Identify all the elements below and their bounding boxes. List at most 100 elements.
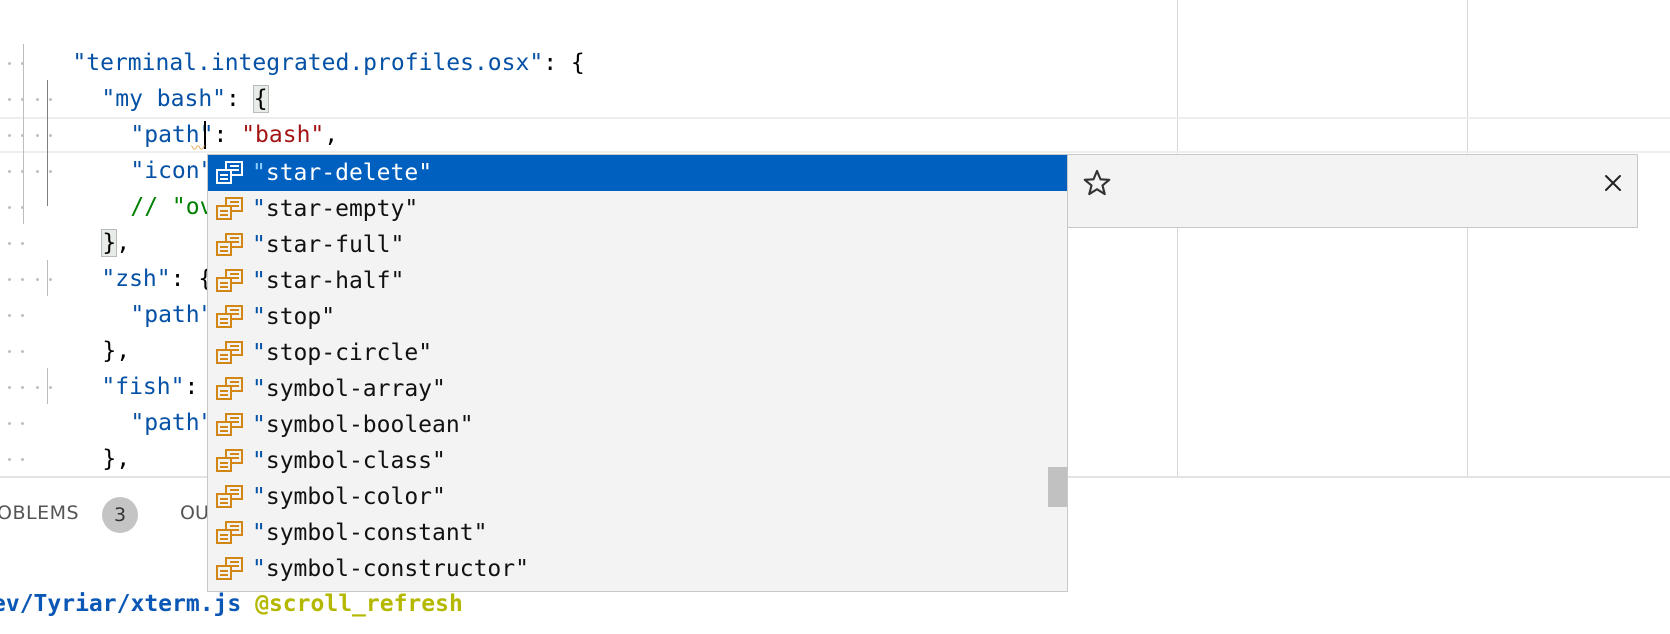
code-line[interactable]: }, (47, 189, 130, 257)
enum-member-icon (216, 485, 243, 508)
whitespace-dot (8, 134, 11, 137)
suggest-item-label: "star-delete" (252, 160, 433, 186)
whitespace-dot (21, 278, 24, 281)
suggest-item[interactable]: "star-full" (208, 227, 1067, 263)
suggest-item-text: symbol-constructor (265, 556, 516, 582)
terminal-branch: @scroll_refresh (255, 591, 463, 617)
code-line[interactable]: "tmux": { (46, 441, 226, 476)
suggest-widget[interactable]: "star-delete" "star-empty" "star-full" "sta… (207, 154, 1068, 592)
suggest-item-label: "star-full" (252, 232, 405, 258)
whitespace-dot (8, 206, 11, 209)
whitespace-dot (21, 386, 24, 389)
suggest-item[interactable]: "symbol-constant" (208, 515, 1067, 551)
whitespace-dot (8, 422, 11, 425)
whitespace-dot (21, 458, 24, 461)
suggest-details (1068, 154, 1638, 228)
code-line[interactable]: }, (47, 405, 130, 472)
code-line[interactable]: "path": "bash", (75, 81, 338, 148)
suggest-item[interactable]: "star-delete" (208, 155, 1067, 191)
suggest-item-label: "stop-circle" (252, 340, 433, 366)
suggest-item-label: "symbol-color" (252, 484, 446, 510)
whitespace-dot (21, 242, 24, 245)
whitespace-dot (21, 134, 24, 137)
suggest-item[interactable]: "stop-circle" (208, 335, 1067, 371)
whitespace-dot (21, 170, 24, 173)
suggest-item[interactable]: "symbol-class" (208, 443, 1067, 479)
whitespace-dot (8, 98, 11, 101)
whitespace-dot (8, 62, 11, 65)
suggest-item[interactable]: "symbol-array" (208, 371, 1067, 407)
suggest-item[interactable]: "stop" (208, 299, 1067, 335)
json-key: "path" (130, 410, 214, 436)
whitespace-dot (36, 134, 39, 137)
suggest-item-label: "symbol-boolean" (252, 412, 474, 438)
suggest-item[interactable]: "symbol-constructor" (208, 551, 1067, 587)
suggest-item-label: "symbol-array" (252, 376, 446, 402)
whitespace-dot (36, 386, 39, 389)
star-icon (1083, 169, 1111, 196)
whitespace-dot (8, 350, 11, 353)
whitespace-dot (21, 314, 24, 317)
whitespace-dot (8, 170, 11, 173)
terminal-path: ev/Tyriar/xterm.js (0, 591, 242, 617)
enum-member-icon (216, 521, 243, 544)
terminal-prompt[interactable]: ev/Tyriar/xterm.js @scroll_refresh (0, 591, 463, 617)
whitespace-dot (49, 98, 52, 101)
whitespace-dot (49, 386, 52, 389)
suggest-item-label: "symbol-constant" (252, 520, 488, 546)
suggest-item[interactable]: "symbol-color" (208, 479, 1067, 515)
tab-problems[interactable]: OBLEMS (0, 502, 79, 524)
code-line[interactable]: "terminal.integrated.profiles.osx": { (17, 9, 584, 76)
suggest-item-text: symbol-boolean (265, 412, 460, 438)
enum-member-icon (216, 377, 243, 400)
whitespace-dot (21, 98, 24, 101)
json-punctuation: : { (543, 50, 585, 76)
whitespace-dot (36, 98, 39, 101)
suggest-item-label: "symbol-class" (252, 448, 446, 474)
suggest-item-text: star-half (265, 268, 391, 294)
whitespace-dot (36, 170, 39, 173)
suggest-item-label: "star-half" (252, 268, 405, 294)
enum-member-icon (216, 413, 243, 436)
enum-member-icon (216, 197, 243, 220)
whitespace-dot (21, 62, 24, 65)
enum-member-icon (216, 341, 243, 364)
whitespace-dot (21, 206, 24, 209)
code-line[interactable]: "zsh": { (46, 225, 212, 292)
suggest-item-text: star-full (265, 232, 391, 258)
code-line[interactable]: "fish": { (46, 333, 226, 400)
enum-member-icon (216, 161, 243, 184)
whitespace-dot (8, 386, 11, 389)
code-line[interactable]: "my bash": { (46, 45, 269, 113)
suggest-item-text: star-empty (265, 196, 405, 222)
suggest-item[interactable]: "star-half" (208, 263, 1067, 299)
code-line[interactable]: "icon": "", (75, 117, 282, 184)
whitespace-dot (49, 134, 52, 137)
enum-member-icon (216, 449, 243, 472)
enum-member-icon (216, 557, 243, 580)
close-icon[interactable] (1603, 173, 1623, 193)
suggest-item-text: symbol-color (265, 484, 433, 510)
editor-ruler (1177, 0, 1178, 476)
whitespace-dot (8, 458, 11, 461)
suggest-item-text: stop (265, 304, 322, 330)
suggest-item-label: "symbol-constructor" (252, 556, 529, 582)
suggest-item[interactable]: "symbol-boolean" (208, 407, 1067, 443)
whitespace-dot (49, 278, 52, 281)
problems-count-badge: 3 (102, 497, 138, 533)
tab-output[interactable]: OU (180, 502, 209, 524)
whitespace-dot (21, 422, 24, 425)
whitespace-dot (21, 350, 24, 353)
whitespace-dot (8, 278, 11, 281)
json-key: "path" (130, 302, 214, 328)
code-line[interactable]: }, (47, 297, 130, 364)
suggest-item-text: stop-circle (265, 340, 419, 366)
enum-member-icon (216, 269, 243, 292)
enum-member-icon (216, 233, 243, 256)
suggest-item[interactable]: "star-empty" (208, 191, 1067, 227)
json-punctuation: , (324, 122, 339, 148)
suggest-item-label: "star-empty" (252, 196, 419, 222)
suggest-scrollbar-thumb[interactable] (1048, 467, 1067, 507)
suggest-item-label: "stop" (252, 304, 336, 330)
whitespace-dot (49, 170, 52, 173)
